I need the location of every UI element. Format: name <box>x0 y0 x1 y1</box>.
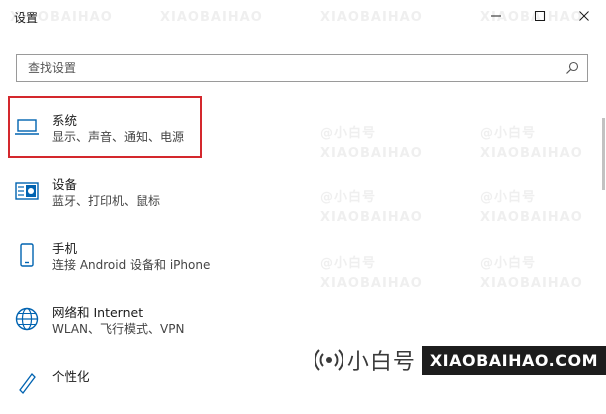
close-icon <box>579 11 589 21</box>
watermark-tile: @小白号 <box>320 256 377 271</box>
category-description: 蓝牙、打印机、鼠标 <box>52 194 161 208</box>
watermark-tile: XIAOBAIHAO <box>320 210 423 225</box>
category-description: 连接 Android 设备和 iPhone <box>52 258 211 272</box>
keyboard-icon <box>15 182 39 200</box>
category-name: 系统 <box>52 113 78 128</box>
paintbrush-icon <box>19 373 36 394</box>
watermark-tile: @小白号 <box>320 190 377 205</box>
brand-watermark: 小白号 XIAOBAIHAO.COM <box>306 341 606 379</box>
category-name: 网络和 Internet <box>52 305 144 320</box>
watermark-tile: XIAOBAIHAO <box>480 210 583 225</box>
category-name: 手机 <box>52 241 78 256</box>
category-name: 设备 <box>52 177 78 192</box>
category-name: 个性化 <box>52 369 90 384</box>
search-box[interactable] <box>16 54 588 82</box>
window-title: 设置 <box>14 11 39 25</box>
category-network[interactable]: 网络和 Internet WLAN、飞行模式、VPN <box>8 288 202 350</box>
title-bar: 设置 <box>0 0 606 32</box>
category-system[interactable]: 系统 显示、声音、通知、电源 <box>8 96 202 158</box>
category-description: 显示、声音、通知、电源 <box>52 130 185 144</box>
close-button[interactable] <box>562 0 606 32</box>
watermark-tile: XIAOBAIHAO <box>320 276 423 291</box>
watermark-tile: @小白号 <box>480 126 537 141</box>
watermark-tile: @小白号 <box>480 256 537 271</box>
brand-name-en: XIAOBAIHAO.COM <box>421 345 606 375</box>
maximize-button[interactable] <box>518 0 562 32</box>
category-devices[interactable]: 设备 蓝牙、打印机、鼠标 <box>8 160 202 222</box>
scrollbar-thumb[interactable] <box>602 118 605 190</box>
watermark-tile: XIAOBAIHAO <box>480 276 583 291</box>
minimize-icon <box>491 15 501 17</box>
search-icon[interactable] <box>565 61 579 75</box>
search-input[interactable] <box>17 55 557 81</box>
broadcast-icon <box>314 349 343 371</box>
minimize-button[interactable] <box>474 0 518 32</box>
watermark-tile: XIAOBAIHAO <box>320 146 423 161</box>
category-description: WLAN、飞行模式、VPN <box>52 322 185 336</box>
maximize-icon <box>535 11 545 21</box>
category-personalization[interactable]: 个性化 <box>8 352 202 414</box>
watermark-tile: @小白号 <box>480 190 537 205</box>
globe-icon <box>15 307 39 331</box>
brand-name-cn: 小白号 <box>346 350 416 375</box>
watermark-tile: @小白号 <box>320 126 377 141</box>
watermark-tile: XIAOBAIHAO <box>480 146 583 161</box>
category-phone[interactable]: 手机 连接 Android 设备和 iPhone <box>8 224 210 286</box>
laptop-icon <box>15 119 39 135</box>
phone-icon <box>20 243 34 267</box>
